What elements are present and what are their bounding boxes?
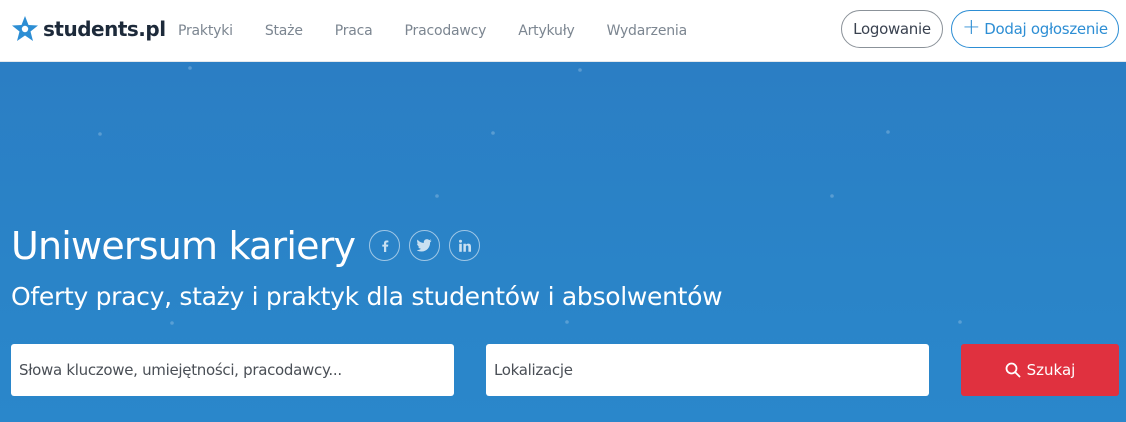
- top-header: students.pl Praktyki Staże Praca Pracoda…: [0, 0, 1126, 62]
- add-listing-button[interactable]: + Dodaj ogłoszenie: [951, 10, 1119, 48]
- nav-item-praktyki[interactable]: Praktyki: [162, 23, 249, 39]
- location-input[interactable]: [486, 344, 929, 396]
- add-listing-label: Dodaj ogłoszenie: [984, 20, 1108, 38]
- nav-item-pracodawcy[interactable]: Pracodawcy: [389, 23, 503, 39]
- main-nav: Praktyki Staże Praca Pracodawcy Artykuły…: [162, 0, 703, 62]
- social-links: [369, 230, 489, 261]
- facebook-icon[interactable]: [369, 230, 400, 261]
- hero-subtitle: Oferty pracy, staży i praktyk dla studen…: [11, 282, 723, 311]
- search-icon: [1005, 362, 1021, 378]
- login-button[interactable]: Logowanie: [841, 10, 943, 48]
- search-button-label: Szukaj: [1026, 361, 1076, 379]
- logo[interactable]: students.pl: [10, 14, 166, 44]
- plus-icon: +: [962, 15, 981, 40]
- hero-title: Uniwersum kariery: [11, 224, 356, 268]
- keywords-input[interactable]: [11, 344, 454, 396]
- search-button[interactable]: Szukaj: [961, 344, 1119, 396]
- nav-item-praca[interactable]: Praca: [319, 23, 389, 39]
- nav-item-staze[interactable]: Staże: [249, 23, 319, 39]
- brand-name: students.pl: [43, 17, 166, 41]
- star-logo-icon: [12, 16, 38, 41]
- hero-banner: Uniwersum kariery Oferty pracy, staży i …: [0, 62, 1126, 422]
- nav-item-artykuly[interactable]: Artykuły: [502, 23, 590, 39]
- nav-item-wydarzenia[interactable]: Wydarzenia: [591, 23, 703, 39]
- twitter-icon[interactable]: [409, 230, 440, 261]
- linkedin-icon[interactable]: [449, 230, 480, 261]
